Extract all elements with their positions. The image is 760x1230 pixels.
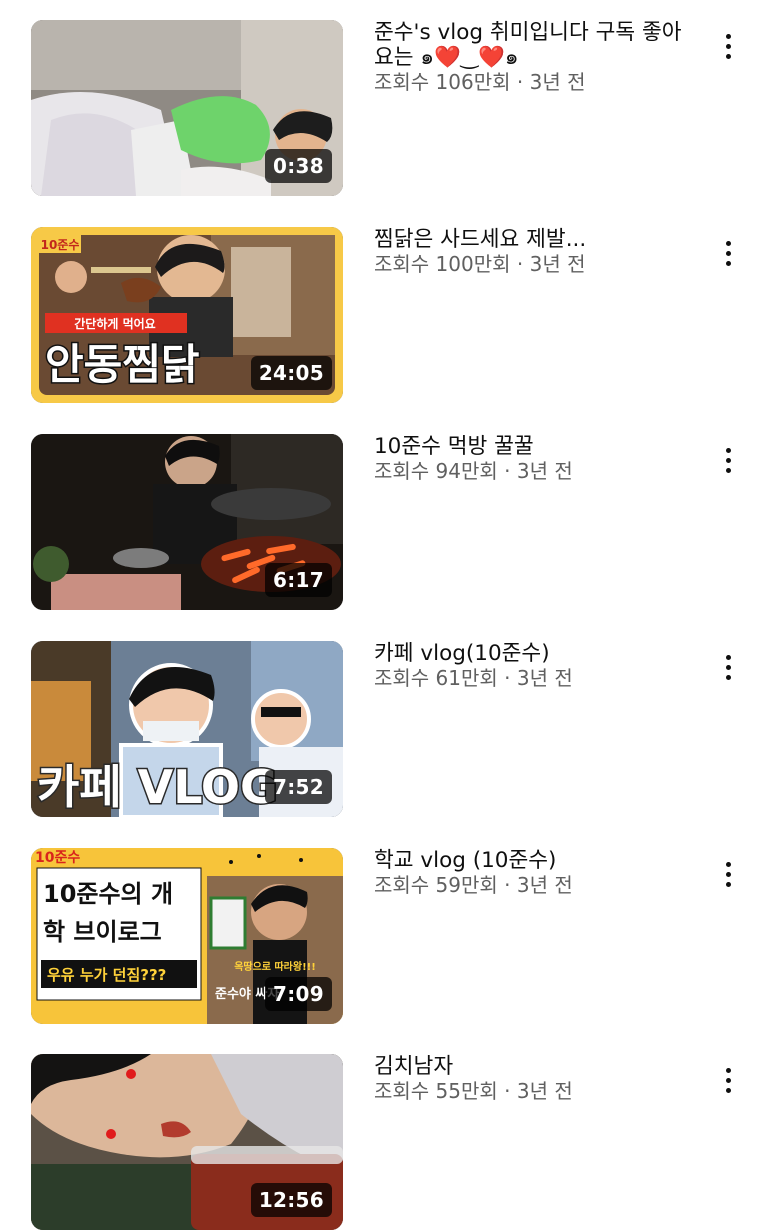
video-views: 조회수 106만회 [374,70,511,94]
thumbnail-speech: 옥땅으로 따라왕!!! [234,960,316,973]
more-vert-icon[interactable] [714,231,742,275]
more-vert-icon[interactable] [714,438,742,482]
thumbnail-caption: 간단하게 먹어요 [74,316,155,331]
thumbnail-headline-1: 10준수의 개 [43,880,173,908]
video-thumbnail[interactable]: 12:56 [31,1054,343,1230]
video-meta: 김치남자 조회수 55만회 · 3년 전 [374,1054,694,1103]
video-meta: 카페 vlog(10준수) 조회수 61만회 · 3년 전 [374,641,694,690]
video-item[interactable]: 6:17 10준수 먹방 꿀꿀 조회수 94만회 · 3년 전 [0,434,760,610]
video-views: 조회수 59만회 [374,873,498,897]
video-duration: 0:38 [265,149,332,183]
video-title[interactable]: 학교 vlog (10준수) [374,848,694,873]
video-title[interactable]: 10준수 먹방 꿀꿀 [374,434,694,459]
thumbnail-headline: 안동찜닭 [45,340,200,389]
video-item[interactable]: 10준수 10준수의 개 학 브이로그 우유 누가 던짐??? 옥땅으로 따라왕… [0,848,760,1024]
more-vert-icon[interactable] [714,852,742,896]
video-age: 3년 전 [516,459,573,483]
video-list: 0:38 준수's vlog 취미입니다 구독 좋아요는 ๑❤️‿❤️๑ 조회수… [0,0,760,1230]
video-stats: 조회수 59만회 · 3년 전 [374,873,694,897]
video-age: 3년 전 [516,1079,573,1103]
video-stats: 조회수 55만회 · 3년 전 [374,1079,694,1103]
video-title[interactable]: 찜닭은 사드세요 제발... [374,227,694,252]
video-stats: 조회수 94만회 · 3년 전 [374,459,694,483]
video-age: 3년 전 [529,252,586,276]
video-duration: 7:52 [265,770,332,804]
video-item[interactable]: 간단하게 먹어요 안동찜닭 10준수 24:05 찜닭은 사드세요 제발... … [0,227,760,403]
thumbnail-headline-2: 학 브이로그 [43,918,162,946]
stats-separator: · [497,666,517,690]
video-thumbnail[interactable]: 간단하게 먹어요 안동찜닭 10준수 24:05 [31,227,343,403]
thumbnail-caption: 우유 누가 던짐??? [47,966,166,984]
more-vert-icon[interactable] [714,24,742,68]
more-vert-icon[interactable] [714,1058,742,1102]
more-vert-icon[interactable] [714,645,742,689]
video-title[interactable]: 카페 vlog(10준수) [374,641,694,666]
video-stats: 조회수 100만회 · 3년 전 [374,252,694,276]
stats-separator: · [497,1079,517,1103]
video-views: 조회수 61만회 [374,666,498,690]
video-views: 조회수 100만회 [374,252,511,276]
video-meta: 준수's vlog 취미입니다 구독 좋아요는 ๑❤️‿❤️๑ 조회수 106만… [374,20,694,94]
video-age: 3년 전 [516,873,573,897]
video-item[interactable]: 0:38 준수's vlog 취미입니다 구독 좋아요는 ๑❤️‿❤️๑ 조회수… [0,20,760,196]
video-stats: 조회수 61만회 · 3년 전 [374,666,694,690]
video-meta: 10준수 먹방 꿀꿀 조회수 94만회 · 3년 전 [374,434,694,483]
video-meta: 학교 vlog (10준수) 조회수 59만회 · 3년 전 [374,848,694,897]
video-item[interactable]: 카페 VLOG 7:52 카페 vlog(10준수) 조회수 61만회 · 3년… [0,641,760,817]
video-duration: 6:17 [265,563,332,597]
video-title[interactable]: 준수's vlog 취미입니다 구독 좋아요는 ๑❤️‿❤️๑ [374,20,694,70]
thumbnail-tag: 10준수 [35,850,80,866]
thumbnail-headline: 카페 VLOG [37,760,278,814]
video-stats: 조회수 106만회 · 3년 전 [374,70,694,94]
video-thumbnail[interactable]: 6:17 [31,434,343,610]
stats-separator: · [510,70,530,94]
video-meta: 찜닭은 사드세요 제발... 조회수 100만회 · 3년 전 [374,227,694,276]
video-views: 조회수 55만회 [374,1079,498,1103]
video-views: 조회수 94만회 [374,459,498,483]
video-age: 3년 전 [516,666,573,690]
video-age: 3년 전 [529,70,586,94]
video-thumbnail[interactable]: 카페 VLOG 7:52 [31,641,343,817]
stats-separator: · [497,459,517,483]
video-duration: 12:56 [250,1183,332,1217]
video-duration: 7:09 [265,977,332,1011]
thumbnail-tag: 10준수 [41,238,80,252]
video-item[interactable]: 12:56 김치남자 조회수 55만회 · 3년 전 [0,1054,760,1230]
video-duration: 24:05 [250,356,332,390]
video-title[interactable]: 김치남자 [374,1054,694,1079]
stats-separator: · [510,252,530,276]
stats-separator: · [497,873,517,897]
video-thumbnail[interactable]: 10준수 10준수의 개 학 브이로그 우유 누가 던짐??? 옥땅으로 따라왕… [31,848,343,1024]
video-thumbnail[interactable]: 0:38 [31,20,343,196]
